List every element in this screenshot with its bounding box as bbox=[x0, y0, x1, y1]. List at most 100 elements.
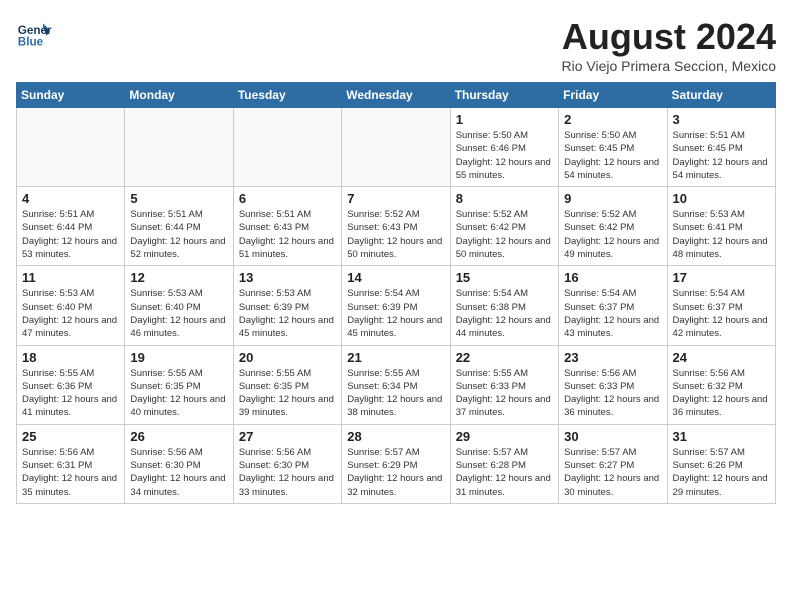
calendar-week-row: 11 Sunrise: 5:53 AM Sunset: 6:40 PM Dayli… bbox=[17, 266, 776, 345]
day-info: Sunrise: 5:57 AM Sunset: 6:29 PM Dayligh… bbox=[347, 446, 444, 499]
calendar-cell: 16Sunrise: 5:54 AM Sunset: 6:37 PM Dayli… bbox=[559, 266, 667, 345]
page-header: General Blue August 2024 Rio Viejo Prime… bbox=[16, 16, 776, 74]
day-number: 14 bbox=[347, 270, 444, 285]
day-number: 25 bbox=[22, 429, 119, 444]
calendar-cell bbox=[17, 108, 125, 187]
day-number: 15 bbox=[456, 270, 553, 285]
month-title: August 2024 bbox=[562, 16, 777, 58]
day-info: Sunrise: 5:50 AM Sunset: 6:46 PM Dayligh… bbox=[456, 129, 553, 182]
day-number: 23 bbox=[564, 350, 661, 365]
day-info: Sunrise: 5:51 AM Sunset: 6:43 PM Dayligh… bbox=[239, 208, 336, 261]
day-number: 11 bbox=[22, 270, 119, 285]
day-number: 29 bbox=[456, 429, 553, 444]
day-info: Sunrise: 5:53 AM Sunset: 6:40 PM Dayligh… bbox=[130, 287, 227, 340]
day-info: Sunrise: 5:53 AM Sunset: 6:41 PM Dayligh… bbox=[673, 208, 770, 261]
calendar-cell: 29 Sunrise: 5:57 AM Sunset: 6:28 PM Dayli… bbox=[450, 424, 558, 503]
calendar-cell: 4 Sunrise: 5:51 AM Sunset: 6:44 PM Daylig… bbox=[17, 187, 125, 266]
calendar-cell: 3Sunrise: 5:51 AM Sunset: 6:45 PM Daylig… bbox=[667, 108, 775, 187]
calendar-cell: 25 Sunrise: 5:56 AM Sunset: 6:31 PM Dayli… bbox=[17, 424, 125, 503]
day-of-week-header: Tuesday bbox=[233, 83, 341, 108]
calendar-week-row: 4 Sunrise: 5:51 AM Sunset: 6:44 PM Daylig… bbox=[17, 187, 776, 266]
day-info: Sunrise: 5:54 AM Sunset: 6:37 PM Dayligh… bbox=[564, 287, 661, 340]
day-number: 9 bbox=[564, 191, 661, 206]
calendar-cell: 9 Sunrise: 5:52 AM Sunset: 6:42 PM Daylig… bbox=[559, 187, 667, 266]
day-info: Sunrise: 5:54 AM Sunset: 6:37 PM Dayligh… bbox=[673, 287, 770, 340]
day-info: Sunrise: 5:56 AM Sunset: 6:31 PM Dayligh… bbox=[22, 446, 119, 499]
calendar-cell: 31Sunrise: 5:57 AM Sunset: 6:26 PM Dayli… bbox=[667, 424, 775, 503]
calendar-cell: 20 Sunrise: 5:55 AM Sunset: 6:35 PM Dayli… bbox=[233, 345, 341, 424]
calendar-cell: 23Sunrise: 5:56 AM Sunset: 6:33 PM Dayli… bbox=[559, 345, 667, 424]
calendar-cell: 8 Sunrise: 5:52 AM Sunset: 6:42 PM Daylig… bbox=[450, 187, 558, 266]
day-number: 12 bbox=[130, 270, 227, 285]
day-of-week-header: Friday bbox=[559, 83, 667, 108]
calendar-cell: 24 Sunrise: 5:56 AM Sunset: 6:32 PM Dayli… bbox=[667, 345, 775, 424]
calendar-cell: 17 Sunrise: 5:54 AM Sunset: 6:37 PM Dayli… bbox=[667, 266, 775, 345]
calendar-cell: 11Sunrise: 5:53 AM Sunset: 6:40 PM Dayli… bbox=[17, 266, 125, 345]
day-info: Sunrise: 5:51 AM Sunset: 6:44 PM Dayligh… bbox=[22, 208, 119, 261]
day-number: 4 bbox=[22, 191, 119, 206]
calendar-cell bbox=[233, 108, 341, 187]
calendar-week-row: 1 Sunrise: 5:50 AM Sunset: 6:46 PM Daylig… bbox=[17, 108, 776, 187]
day-number: 1 bbox=[456, 112, 553, 127]
day-of-week-header: Sunday bbox=[17, 83, 125, 108]
day-number: 19 bbox=[130, 350, 227, 365]
calendar-cell: 2 Sunrise: 5:50 AM Sunset: 6:45 PM Daylig… bbox=[559, 108, 667, 187]
day-number: 18 bbox=[22, 350, 119, 365]
day-number: 26 bbox=[130, 429, 227, 444]
calendar-cell: 30Sunrise: 5:57 AM Sunset: 6:27 PM Dayli… bbox=[559, 424, 667, 503]
calendar-header-row: SundayMondayTuesdayWednesdayThursdayFrid… bbox=[17, 83, 776, 108]
calendar-cell: 13Sunrise: 5:53 AM Sunset: 6:39 PM Dayli… bbox=[233, 266, 341, 345]
day-info: Sunrise: 5:56 AM Sunset: 6:32 PM Dayligh… bbox=[673, 367, 770, 420]
calendar-cell: 21 Sunrise: 5:55 AM Sunset: 6:34 PM Dayli… bbox=[342, 345, 450, 424]
day-info: Sunrise: 5:52 AM Sunset: 6:43 PM Dayligh… bbox=[347, 208, 444, 261]
day-info: Sunrise: 5:53 AM Sunset: 6:39 PM Dayligh… bbox=[239, 287, 336, 340]
day-of-week-header: Thursday bbox=[450, 83, 558, 108]
calendar-cell: 5 Sunrise: 5:51 AM Sunset: 6:44 PM Daylig… bbox=[125, 187, 233, 266]
calendar-week-row: 18 Sunrise: 5:55 AM Sunset: 6:36 PM Dayli… bbox=[17, 345, 776, 424]
day-number: 2 bbox=[564, 112, 661, 127]
calendar-week-row: 25 Sunrise: 5:56 AM Sunset: 6:31 PM Dayli… bbox=[17, 424, 776, 503]
day-of-week-header: Saturday bbox=[667, 83, 775, 108]
calendar-cell: 7Sunrise: 5:52 AM Sunset: 6:43 PM Daylig… bbox=[342, 187, 450, 266]
logo-icon: General Blue bbox=[16, 16, 52, 52]
day-info: Sunrise: 5:57 AM Sunset: 6:26 PM Dayligh… bbox=[673, 446, 770, 499]
day-info: Sunrise: 5:56 AM Sunset: 6:30 PM Dayligh… bbox=[239, 446, 336, 499]
calendar-cell: 15 Sunrise: 5:54 AM Sunset: 6:38 PM Dayli… bbox=[450, 266, 558, 345]
day-number: 8 bbox=[456, 191, 553, 206]
calendar-cell: 1 Sunrise: 5:50 AM Sunset: 6:46 PM Daylig… bbox=[450, 108, 558, 187]
day-info: Sunrise: 5:55 AM Sunset: 6:36 PM Dayligh… bbox=[22, 367, 119, 420]
day-of-week-header: Wednesday bbox=[342, 83, 450, 108]
day-info: Sunrise: 5:55 AM Sunset: 6:34 PM Dayligh… bbox=[347, 367, 444, 420]
day-info: Sunrise: 5:52 AM Sunset: 6:42 PM Dayligh… bbox=[456, 208, 553, 261]
calendar-cell: 19 Sunrise: 5:55 AM Sunset: 6:35 PM Dayli… bbox=[125, 345, 233, 424]
title-block: August 2024 Rio Viejo Primera Seccion, M… bbox=[562, 16, 777, 74]
day-info: Sunrise: 5:54 AM Sunset: 6:38 PM Dayligh… bbox=[456, 287, 553, 340]
calendar-cell: 28 Sunrise: 5:57 AM Sunset: 6:29 PM Dayli… bbox=[342, 424, 450, 503]
day-number: 28 bbox=[347, 429, 444, 444]
calendar-cell: 6 Sunrise: 5:51 AM Sunset: 6:43 PM Daylig… bbox=[233, 187, 341, 266]
day-number: 20 bbox=[239, 350, 336, 365]
day-number: 5 bbox=[130, 191, 227, 206]
calendar-cell: 12 Sunrise: 5:53 AM Sunset: 6:40 PM Dayli… bbox=[125, 266, 233, 345]
day-number: 6 bbox=[239, 191, 336, 206]
day-info: Sunrise: 5:51 AM Sunset: 6:44 PM Dayligh… bbox=[130, 208, 227, 261]
location: Rio Viejo Primera Seccion, Mexico bbox=[562, 58, 777, 74]
day-info: Sunrise: 5:51 AM Sunset: 6:45 PM Dayligh… bbox=[673, 129, 770, 182]
day-info: Sunrise: 5:50 AM Sunset: 6:45 PM Dayligh… bbox=[564, 129, 661, 182]
day-number: 17 bbox=[673, 270, 770, 285]
day-info: Sunrise: 5:52 AM Sunset: 6:42 PM Dayligh… bbox=[564, 208, 661, 261]
day-info: Sunrise: 5:55 AM Sunset: 6:35 PM Dayligh… bbox=[239, 367, 336, 420]
day-info: Sunrise: 5:55 AM Sunset: 6:35 PM Dayligh… bbox=[130, 367, 227, 420]
day-number: 30 bbox=[564, 429, 661, 444]
day-number: 22 bbox=[456, 350, 553, 365]
calendar-cell: 26 Sunrise: 5:56 AM Sunset: 6:30 PM Dayli… bbox=[125, 424, 233, 503]
day-number: 21 bbox=[347, 350, 444, 365]
calendar-cell: 22Sunrise: 5:55 AM Sunset: 6:33 PM Dayli… bbox=[450, 345, 558, 424]
calendar-table: SundayMondayTuesdayWednesdayThursdayFrid… bbox=[16, 82, 776, 504]
day-info: Sunrise: 5:57 AM Sunset: 6:28 PM Dayligh… bbox=[456, 446, 553, 499]
day-number: 24 bbox=[673, 350, 770, 365]
calendar-cell: 10Sunrise: 5:53 AM Sunset: 6:41 PM Dayli… bbox=[667, 187, 775, 266]
calendar-cell bbox=[125, 108, 233, 187]
day-info: Sunrise: 5:56 AM Sunset: 6:30 PM Dayligh… bbox=[130, 446, 227, 499]
day-number: 27 bbox=[239, 429, 336, 444]
